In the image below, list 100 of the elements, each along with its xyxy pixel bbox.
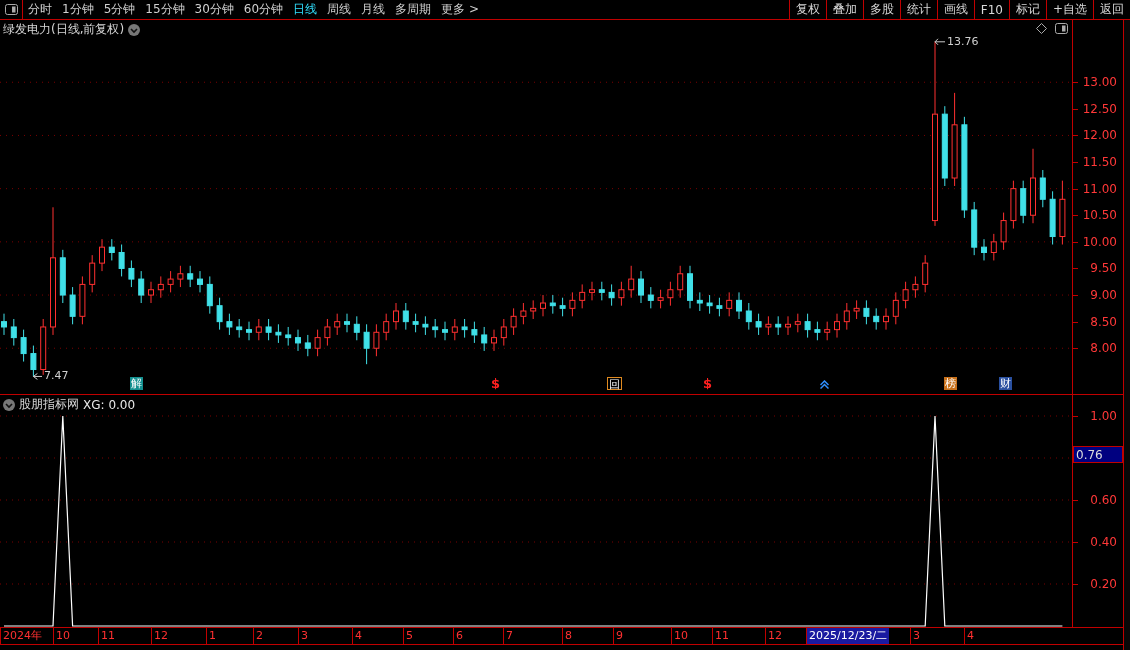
candlestick [579,283,586,309]
candlestick [10,318,17,347]
panel-icon [4,4,18,15]
candlestick [30,345,37,377]
price-axis-label: 13.00 [1081,75,1117,90]
indicator-axis-label: 1.00 [1089,409,1117,423]
low-price-label: 7.47 [44,369,69,383]
candlestick [765,315,772,336]
candlestick [393,302,399,331]
candlestick [736,291,742,320]
date-axis-label: 12 [765,628,784,644]
indicator-axis-label: 0.20 [1089,577,1117,591]
candlestick [412,313,419,333]
candlestick [804,313,811,339]
chart-title: 绿发电力(日线,前复权) [3,21,125,38]
period-tab[interactable]: 1分钟 [57,0,99,19]
event-marker[interactable]: 回 [607,377,622,390]
candlestick [1000,212,1007,251]
candlestick [69,286,76,325]
candlestick [549,294,556,315]
candlestick [177,265,184,288]
date-axis-label: 2 [253,628,265,644]
date-axis-label: 1 [206,628,218,644]
candlestick [226,313,233,336]
period-tab[interactable]: 月线 [356,0,391,19]
candlestick [696,291,703,312]
period-tab[interactable]: 15分钟 [140,0,190,19]
event-marker[interactable]: 榜 [944,377,957,390]
date-axis-label: 11 [712,628,731,644]
price-axis-label: 12.00 [1081,128,1117,143]
candlestick [334,313,341,336]
candlestick [1039,169,1046,208]
candlestick [500,318,507,347]
candlestick [706,294,713,315]
candlestick [295,329,301,352]
current-value-label: 0.76 [1073,446,1123,463]
period-tab[interactable]: 更多 > [436,0,484,19]
candlestick [873,307,880,331]
event-marker[interactable]: 财 [999,377,1012,390]
candlestick [598,281,605,301]
candlestick [981,238,987,261]
price-axis-label: 8.50 [1089,314,1117,329]
period-tab[interactable]: 周线 [322,0,357,19]
period-tab[interactable]: 30分钟 [189,0,239,19]
candlestick [883,307,889,331]
candlestick [99,238,105,272]
candlestick [314,329,321,357]
candlestick [451,318,458,341]
date-axis-label: 8 [562,628,574,644]
candlestick [638,270,644,304]
candlestick [628,265,635,299]
candlestick [775,315,782,336]
candlestick [657,289,664,309]
period-tab[interactable]: 分时 [23,0,57,19]
candlestick [794,313,801,333]
candlestick [216,297,223,331]
candlestick [530,299,537,320]
candlestick [187,265,194,288]
high-price-label: 13.76 [947,34,979,48]
event-marker[interactable]: $ [702,377,714,390]
date-axis-label: 11 [98,628,117,644]
period-tab[interactable]: 多周期 [390,0,437,19]
period-tab[interactable]: 日线 [288,0,323,19]
date-axis-label: 2024年 [0,628,44,644]
indicator-axis-label: 0.40 [1089,535,1117,549]
candlestick [285,326,292,347]
event-marker[interactable]: $ [490,377,502,390]
event-marker[interactable]: 解 [130,377,143,390]
candlestick [481,326,488,352]
candlestick [422,315,429,336]
dropdown-icon[interactable] [3,398,15,411]
date-axis-label: 4 [964,628,976,644]
date-axis-label: 12 [151,628,170,644]
dropdown-icon[interactable] [128,23,141,36]
candlestick [344,313,350,333]
date-axis-label: 4 [352,628,364,644]
candlestick [304,334,311,357]
date-axis-label: 7 [503,628,515,644]
candlestick [206,275,213,315]
period-tab[interactable]: 60分钟 [238,0,289,19]
candlestick [432,318,439,339]
candlestick [118,244,125,277]
price-axis-label: 12.50 [1081,101,1117,116]
candlestick [108,238,115,261]
candlestick [373,323,380,357]
date-axis-label: 6 [453,628,465,644]
date-axis-label: 5 [403,628,415,644]
candlestick [892,291,899,325]
candlestick [902,281,909,309]
period-tab[interactable]: 5分钟 [98,0,141,19]
candlestick [383,313,390,341]
indicator-title: 股朋指标网 [19,396,79,413]
price-axis-label: 9.00 [1089,288,1117,303]
price-axis-label: 11.00 [1081,181,1117,196]
panel-icon[interactable] [1055,23,1068,34]
candlestick [814,321,821,341]
candlestick [608,283,615,307]
diamond-icon[interactable] [1036,23,1047,34]
candlestick [236,318,243,339]
date-axis-label: 3 [298,628,310,644]
